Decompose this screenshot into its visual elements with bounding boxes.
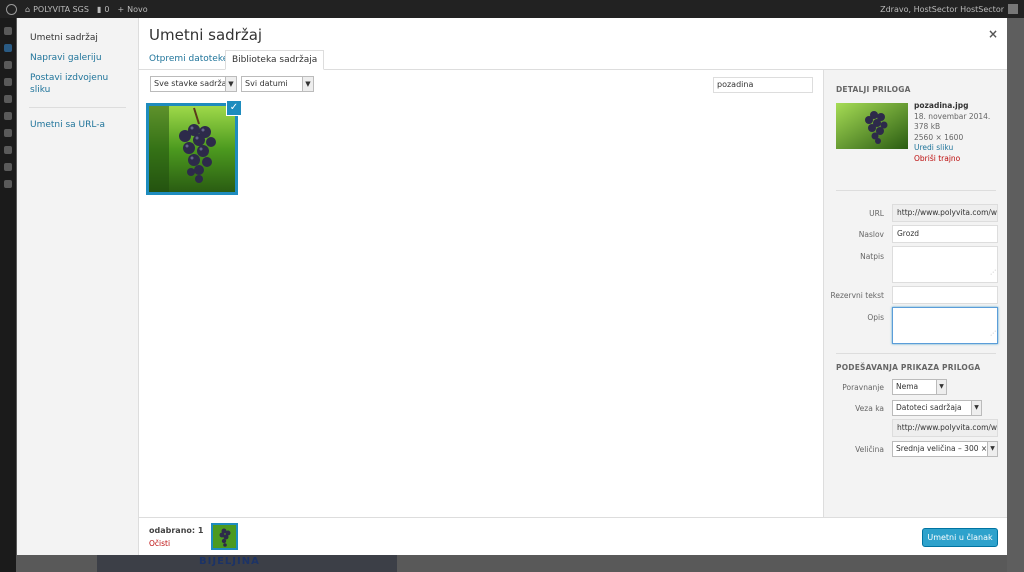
title-field[interactable]: Grozd: [892, 225, 998, 243]
chevron-down-icon: ▼: [302, 77, 313, 91]
media-type-filter[interactable]: Sve stavke sadržaja ▼: [150, 76, 237, 92]
admin-bar: ⌂ POLYVITA SGS ▮ 0 + Novo Zdravo, HostSe…: [0, 0, 1024, 18]
plus-icon: +: [117, 4, 125, 14]
menu-item-insert-from-url[interactable]: Umetni sa URL-a: [17, 115, 138, 135]
chevron-down-icon: ▼: [936, 380, 946, 394]
attachment-filename: pozadina.jpg: [914, 101, 969, 110]
background-banner: BIJELJINA: [97, 555, 397, 572]
posts-icon[interactable]: [4, 44, 12, 52]
wordpress-logo-icon[interactable]: [6, 3, 17, 15]
comment-icon: ▮: [96, 4, 102, 14]
attachment-filesize: 378 kB: [914, 122, 941, 131]
media-modal: Umetni sadržaj Napravi galeriju Postavi …: [17, 18, 1007, 555]
insert-into-post-button[interactable]: Umetni u članak: [922, 528, 998, 547]
attachment-details-sidebar: DETALJI PRILOGA pozadina.jpg 18. novemba…: [823, 70, 1007, 517]
selected-check-icon[interactable]: ✓: [226, 100, 242, 116]
comments-icon[interactable]: [4, 95, 12, 103]
description-field[interactable]: ⋰: [892, 307, 998, 344]
description-label: Opis: [867, 313, 884, 322]
tab-upload-files[interactable]: Otpremi datoteke: [143, 50, 234, 70]
link-to-label: Veza ka: [855, 404, 884, 413]
date-filter[interactable]: Svi datumi ▼: [241, 76, 314, 92]
tools-icon[interactable]: [4, 163, 12, 171]
pages-icon[interactable]: [4, 78, 12, 86]
home-icon: ⌂: [25, 4, 31, 14]
attachment-thumbnail[interactable]: [146, 103, 238, 195]
attachment-preview: [836, 103, 908, 149]
attachment-details-heading: DETALJI PRILOGA: [836, 85, 911, 94]
resize-grip-icon[interactable]: ⋰: [990, 265, 996, 281]
divider: [836, 353, 996, 354]
comments-link[interactable]: ▮ 0: [97, 5, 110, 14]
settings-icon[interactable]: [4, 180, 12, 188]
users-icon[interactable]: [4, 146, 12, 154]
delete-permanently-link[interactable]: Obriši trajno: [914, 154, 990, 165]
alt-text-field[interactable]: [892, 286, 998, 304]
chevron-down-icon: ▼: [971, 401, 981, 415]
page-title: Umetni sadržaj: [149, 26, 263, 44]
alignment-label: Poravnanje: [842, 383, 884, 392]
chevron-down-icon: ▼: [225, 77, 236, 91]
caption-label: Natpis: [860, 252, 884, 261]
close-icon[interactable]: ×: [988, 27, 998, 41]
admin-menu: [0, 18, 16, 572]
search-input[interactable]: pozadina: [713, 77, 813, 93]
caption-field[interactable]: ⋰: [892, 246, 998, 283]
attachment-dimensions: 2560 × 1600: [914, 132, 964, 142]
tab-media-library[interactable]: Biblioteka sadržaja: [225, 50, 325, 70]
size-select[interactable]: Srednja veličina – 300 × 18 ▼: [892, 441, 998, 457]
title-label: Naslov: [858, 230, 884, 239]
alt-text-label: Rezervni tekst: [830, 291, 884, 300]
selection-count: odabrano: 1: [149, 526, 204, 535]
media-toolbar: odabrano: 1 Očisti Umetni u članak: [139, 517, 1007, 555]
selection-thumbnail[interactable]: [211, 523, 238, 550]
url-field[interactable]: http://www.polyvita.com/wp: [892, 204, 998, 222]
link-to-select[interactable]: Datoteci sadržaja ▼: [892, 400, 982, 416]
plugins-icon[interactable]: [4, 129, 12, 137]
chevron-down-icon: ▼: [987, 442, 997, 456]
new-content-link[interactable]: + Novo: [117, 5, 147, 14]
url-label: URL: [869, 209, 884, 218]
divider: [836, 190, 996, 191]
background-content: [1007, 18, 1024, 572]
menu-item-insert-media[interactable]: Umetni sadržaj: [17, 28, 138, 48]
media-menu: Umetni sadržaj Napravi galeriju Postavi …: [17, 18, 139, 555]
attachment-info: pozadina.jpg 18. novembar 2014. 378 kB 2…: [914, 101, 990, 164]
media-icon[interactable]: [4, 61, 12, 69]
grapes-image: [213, 525, 236, 548]
dashboard-icon[interactable]: [4, 27, 12, 35]
my-account[interactable]: Zdravo, HostSector HostSector: [880, 4, 1018, 14]
router-tabs: Otpremi datoteke Biblioteka sadržaja: [139, 46, 1007, 70]
alignment-select[interactable]: Nema ▼: [892, 379, 947, 395]
avatar: [1008, 4, 1018, 14]
attachment-date: 18. novembar 2014.: [914, 111, 991, 121]
grapes-image: [149, 106, 235, 192]
grapes-image: [836, 103, 908, 149]
size-label: Veličina: [855, 445, 884, 454]
menu-item-create-gallery[interactable]: Napravi galeriju: [17, 48, 138, 68]
display-settings-heading: PODEŠAVANJA PRIKAZA PRILOGA: [836, 363, 981, 372]
clear-selection-link[interactable]: Očisti: [149, 539, 170, 548]
menu-item-set-featured-image[interactable]: Postavi izdvojenu sliku: [17, 68, 138, 100]
attachments-browser: Sve stavke sadržaja ▼ Svi datumi ▼ pozad…: [139, 70, 823, 517]
resize-grip-icon[interactable]: ⋰: [990, 326, 996, 342]
link-url-field[interactable]: http://www.polyvita.com/wp: [892, 419, 998, 437]
menu-separator: [29, 107, 126, 108]
appearance-icon[interactable]: [4, 112, 12, 120]
media-frame: Umetni sadržaj × Otpremi datoteke Biblio…: [139, 18, 1007, 555]
site-name-link[interactable]: ⌂ POLYVITA SGS: [25, 5, 89, 14]
edit-image-link[interactable]: Uredi sliku: [914, 143, 990, 154]
